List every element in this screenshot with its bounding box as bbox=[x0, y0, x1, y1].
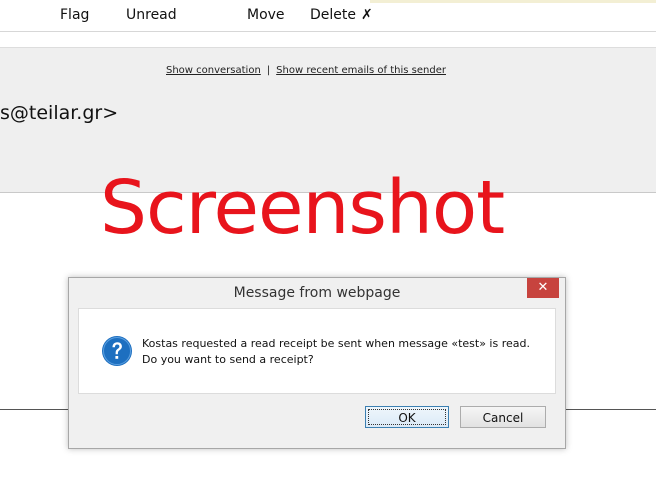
sender-address: s@teilar.gr> bbox=[0, 102, 119, 124]
link-separator: | bbox=[266, 65, 271, 76]
move-button[interactable]: Move bbox=[247, 7, 285, 23]
delete-x-icon: ✗ bbox=[361, 7, 373, 23]
toolbar: Flag Unread Move Delete ✗ bbox=[0, 0, 656, 30]
dialog-close-button[interactable]: ✕ bbox=[527, 278, 559, 298]
delete-button[interactable]: Delete ✗ bbox=[310, 7, 373, 23]
dialog-message: Kostas requested a read receipt be sent … bbox=[142, 337, 530, 366]
screenshot-watermark: Screenshot bbox=[100, 165, 505, 251]
header-links: Show conversation | Show recent emails of … bbox=[166, 65, 446, 76]
show-recent-emails-link[interactable]: Show recent emails of this sender bbox=[276, 65, 446, 76]
ok-button[interactable]: OK bbox=[365, 406, 449, 428]
dialog-title: Message from webpage bbox=[233, 285, 401, 301]
dialog-titlebar[interactable]: Message from webpage ✕ bbox=[69, 278, 565, 308]
show-conversation-link[interactable]: Show conversation bbox=[166, 65, 261, 76]
toolbar-accent bbox=[370, 0, 656, 3]
question-icon bbox=[102, 336, 132, 366]
unread-button[interactable]: Unread bbox=[126, 7, 177, 23]
delete-label: Delete bbox=[310, 7, 356, 23]
toolbar-divider bbox=[0, 31, 656, 32]
flag-button[interactable]: Flag bbox=[60, 7, 89, 23]
email-page: Flag Unread Move Delete ✗ Show conversati… bbox=[0, 0, 656, 500]
dialog-content: Kostas requested a read receipt be sent … bbox=[78, 308, 556, 394]
close-icon: ✕ bbox=[537, 280, 549, 295]
message-dialog: Message from webpage ✕ Kostas requested … bbox=[68, 277, 566, 449]
cancel-button[interactable]: Cancel bbox=[460, 406, 546, 428]
